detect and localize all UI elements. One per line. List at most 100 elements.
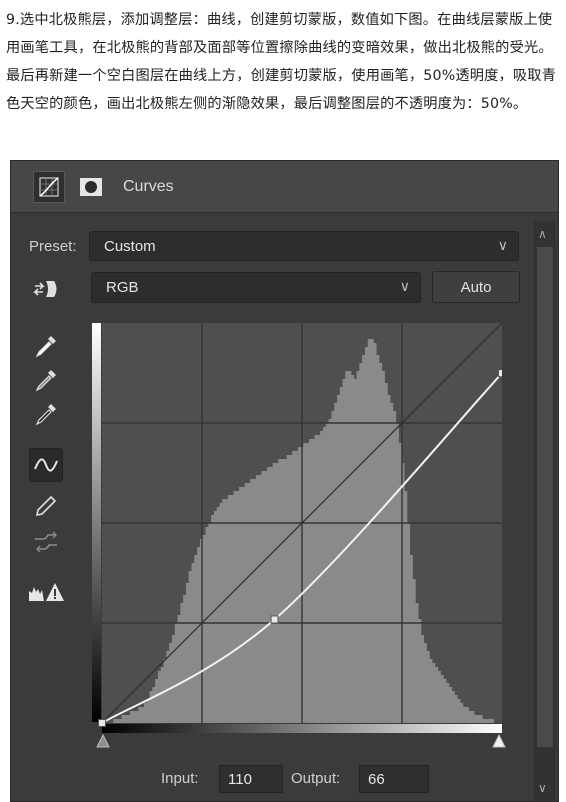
- histogram-bar: [149, 691, 153, 723]
- histogram-bar: [141, 707, 145, 723]
- histogram-bar: [152, 687, 156, 723]
- scroll-up-icon[interactable]: ∧: [538, 227, 547, 241]
- curve-control-point[interactable]: [498, 369, 503, 378]
- histogram-bar: [191, 563, 195, 723]
- histogram-bar: [356, 371, 360, 723]
- histogram-bar: [264, 471, 268, 723]
- histogram-bar: [213, 511, 218, 723]
- histogram-bar: [432, 663, 436, 723]
- curves-properties-panel: Curves Preset: Custom ∨ RGB ∨ Auto Input…: [10, 160, 559, 802]
- black-point-slider[interactable]: [96, 734, 110, 748]
- sample-white-point-eyedropper-icon[interactable]: [29, 329, 63, 363]
- histogram-bar: [171, 635, 176, 723]
- channel-value: RGB: [106, 279, 139, 296]
- scroll-down-icon[interactable]: ∨: [538, 781, 547, 795]
- histogram-bar: [211, 515, 215, 723]
- histogram-bar: [194, 555, 198, 723]
- curve-control-point[interactable]: [98, 719, 106, 727]
- preset-dropdown[interactable]: Custom ∨: [89, 231, 519, 261]
- histogram-bar: [297, 447, 302, 723]
- histogram-bar: [281, 459, 285, 723]
- histogram-bar: [392, 411, 397, 723]
- histogram-bar: [146, 699, 150, 723]
- histogram-bar: [390, 403, 394, 723]
- histogram-bar: [113, 719, 117, 723]
- histogram-bar: [230, 495, 234, 723]
- histogram-bar: [303, 443, 307, 723]
- clipping-warning-icon[interactable]: [25, 575, 67, 609]
- draw-pencil-icon[interactable]: [29, 489, 63, 523]
- curves-graph[interactable]: [92, 323, 502, 733]
- histogram-bar: [292, 451, 296, 723]
- histogram-bar: [306, 443, 310, 723]
- histogram-bar: [457, 699, 461, 723]
- histogram-bar: [132, 711, 136, 723]
- histogram-bar: [350, 375, 355, 723]
- histogram-bar: [160, 667, 164, 723]
- histogram-bar: [219, 503, 223, 723]
- histogram-bar: [289, 455, 293, 723]
- histogram-bar: [118, 719, 122, 723]
- instruction-text: 9.选中北极熊层，添加调整层：曲线，创建剪切蒙版，数值如下图。在曲线层蒙版上使用…: [6, 12, 557, 112]
- sample-black-point-eyedropper-icon[interactable]: [29, 397, 63, 431]
- histogram-bar: [370, 339, 374, 723]
- histogram-bar: [283, 459, 288, 723]
- histogram-bar: [440, 675, 444, 723]
- histogram-bar: [364, 347, 369, 723]
- histogram-bar: [336, 395, 341, 723]
- histogram-bar: [387, 395, 391, 723]
- histogram-bar: [460, 703, 464, 723]
- histogram-bar: [261, 471, 265, 723]
- curves-adjustment-icon[interactable]: [33, 171, 65, 203]
- histogram-bar: [278, 459, 282, 723]
- histogram-bar: [378, 363, 383, 723]
- histogram-bar: [367, 339, 371, 723]
- histogram-bar: [174, 623, 178, 723]
- histogram-bar: [258, 475, 262, 723]
- histogram-bar: [325, 423, 329, 723]
- on-image-adjust-icon[interactable]: [29, 272, 63, 306]
- smooth-curve-icon[interactable]: [29, 525, 63, 559]
- sample-gray-point-eyedropper-icon[interactable]: [29, 363, 63, 397]
- histogram-bar: [429, 659, 433, 723]
- histogram-bar: [253, 479, 257, 723]
- histogram-bar: [247, 483, 251, 723]
- histogram-bar: [451, 691, 455, 723]
- histogram-bar: [426, 651, 430, 723]
- chevron-down-icon: ∨: [399, 278, 410, 294]
- output-field[interactable]: 66: [359, 765, 429, 793]
- histogram-bar: [225, 499, 229, 723]
- scroll-thumb[interactable]: [537, 247, 553, 747]
- histogram-bar: [157, 671, 162, 723]
- histogram-bar: [244, 483, 248, 723]
- curve-control-point[interactable]: [270, 615, 279, 624]
- histogram-bar: [115, 719, 120, 723]
- histogram-bar: [412, 579, 416, 723]
- channel-dropdown[interactable]: RGB ∨: [91, 272, 421, 303]
- histogram-bar: [166, 651, 170, 723]
- histogram-bar: [420, 635, 425, 723]
- auto-button[interactable]: Auto: [432, 271, 520, 303]
- histogram-bar: [474, 715, 478, 723]
- layer-mask-icon[interactable]: [75, 171, 107, 203]
- histogram-bar: [328, 419, 332, 723]
- white-point-slider[interactable]: [492, 734, 506, 748]
- histogram-bar: [443, 679, 447, 723]
- histogram-bar: [135, 711, 139, 723]
- histogram-bar: [183, 595, 187, 723]
- histogram-bar: [269, 467, 274, 723]
- histogram-bar: [373, 343, 377, 723]
- histogram-bar: [359, 363, 363, 723]
- histogram-bar: [127, 715, 131, 723]
- histogram-bar: [490, 719, 495, 723]
- histogram-bar: [250, 479, 254, 723]
- histogram-bar: [275, 463, 279, 723]
- output-label: Output:: [291, 770, 341, 787]
- edit-points-curve-icon[interactable]: [29, 448, 63, 482]
- histogram-bar: [286, 455, 290, 723]
- histogram-bar: [267, 467, 271, 723]
- panel-scrollbar[interactable]: ∧ ∨: [534, 221, 556, 801]
- histogram-bar: [381, 371, 385, 723]
- input-field[interactable]: 110: [219, 765, 283, 793]
- histogram-bar: [197, 547, 201, 723]
